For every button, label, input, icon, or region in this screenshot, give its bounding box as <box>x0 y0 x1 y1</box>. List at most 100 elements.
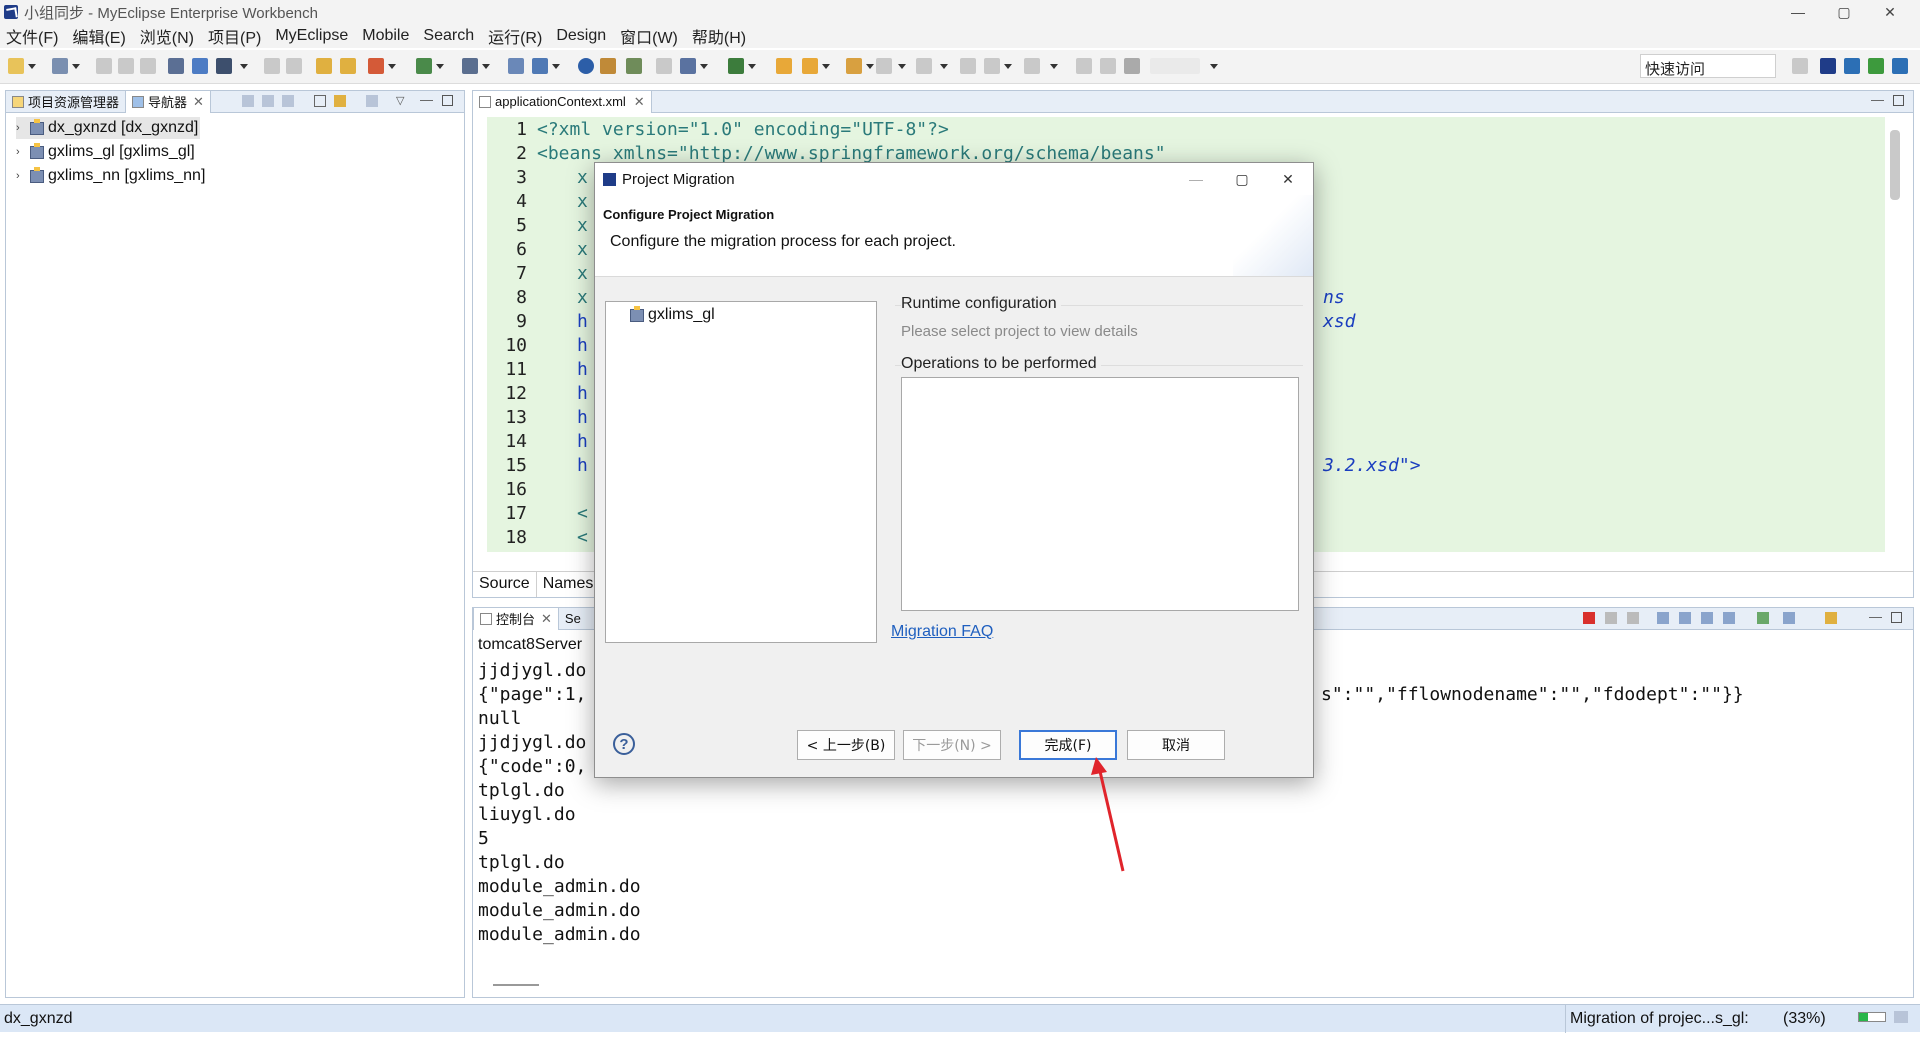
new-project-icon[interactable] <box>52 58 68 74</box>
menu-project[interactable]: 项目(P) <box>208 24 261 48</box>
cancel-button[interactable]: 取消 <box>1127 730 1225 760</box>
quick-access-input[interactable]: 快速访问 <box>1640 54 1776 78</box>
run-dropdown-icon[interactable] <box>436 64 444 69</box>
combo-dropdown-icon[interactable] <box>1210 64 1218 69</box>
team-sync-icon[interactable] <box>508 58 524 74</box>
new-project-dropdown-icon[interactable] <box>72 64 80 69</box>
filter-icon[interactable] <box>366 95 378 107</box>
debug-icon[interactable] <box>216 58 232 74</box>
perspective-icon[interactable] <box>1792 58 1808 74</box>
back-icon[interactable] <box>984 58 1000 74</box>
save-all-icon[interactable] <box>118 58 134 74</box>
project-list[interactable]: gxlims_gl <box>605 301 877 643</box>
link-editor-icon[interactable] <box>334 95 346 107</box>
scroll-lock-icon[interactable] <box>1679 612 1691 624</box>
up-nav-icon[interactable] <box>282 95 294 107</box>
editor-scrollbar[interactable] <box>1890 130 1900 200</box>
redo-icon[interactable] <box>286 58 302 74</box>
menu-design[interactable]: Design <box>556 27 606 45</box>
dialog-maximize-button[interactable]: ▢ <box>1219 163 1265 195</box>
launch-dropdown-icon[interactable] <box>748 64 756 69</box>
open-resource-icon[interactable] <box>340 58 356 74</box>
task-icon[interactable] <box>656 58 672 74</box>
myeclipse-perspective-icon[interactable] <box>1820 58 1836 74</box>
show-on-output-icon[interactable] <box>1723 612 1735 624</box>
word-wrap-icon[interactable] <box>1701 612 1713 624</box>
team-perspective-icon[interactable] <box>1892 58 1908 74</box>
minimize-editor-icon[interactable]: — <box>1871 92 1884 107</box>
next-button[interactable]: 下一步(N) > <box>903 730 1001 760</box>
annotation-icon[interactable] <box>876 58 892 74</box>
remove-all-icon[interactable] <box>1627 612 1639 624</box>
debug-perspective-icon[interactable] <box>1868 58 1884 74</box>
undo-icon[interactable] <box>264 58 280 74</box>
close-tab-icon[interactable]: ✕ <box>634 94 645 110</box>
forward-nav-icon[interactable] <box>262 95 274 107</box>
maximize-button[interactable]: ▢ <box>1821 0 1867 24</box>
annotation-dropdown-icon[interactable] <box>898 64 906 69</box>
status-task[interactable]: Migration of projec...s_gl: <box>1570 1010 1749 1028</box>
progress-bar[interactable] <box>1858 1012 1886 1022</box>
maximize-editor-icon[interactable] <box>1893 95 1904 106</box>
forward-icon[interactable] <box>1024 58 1040 74</box>
terminate-icon[interactable] <box>1583 612 1595 624</box>
expand-arrow-icon[interactable]: › <box>16 146 28 158</box>
search-icon[interactable] <box>626 58 642 74</box>
new-dropdown-icon[interactable] <box>28 64 36 69</box>
server-icon[interactable] <box>192 58 208 74</box>
back-button[interactable]: < 上一步(B) <box>797 730 895 760</box>
menu-myeclipse[interactable]: MyEclipse <box>275 27 348 45</box>
progress-view-icon[interactable] <box>1894 1011 1908 1023</box>
dialog-minimize-button[interactable]: — <box>1173 163 1219 195</box>
console-hscrollbar[interactable] <box>493 984 539 986</box>
tree-item-gxlims_gl[interactable]: › gxlims_gl [gxlims_gl] <box>16 141 195 163</box>
display-console-icon[interactable] <box>1783 612 1795 624</box>
webservice-icon[interactable] <box>368 58 384 74</box>
back-dropdown-icon[interactable] <box>1004 64 1012 69</box>
java-perspective-icon[interactable] <box>1844 58 1860 74</box>
prev-annotation-icon[interactable] <box>960 58 976 74</box>
minimize-view-icon[interactable]: — <box>420 92 433 107</box>
project-list-item[interactable]: gxlims_gl <box>628 305 715 324</box>
maximize-view-icon[interactable] <box>442 95 453 106</box>
dialog-close-button[interactable]: ✕ <box>1265 163 1311 195</box>
grid-icon[interactable] <box>1124 58 1140 74</box>
view-menu-icon[interactable]: ▽ <box>396 94 404 107</box>
menu-search[interactable]: Search <box>423 27 474 45</box>
menu-navigate[interactable]: 浏览(N) <box>140 24 194 48</box>
tab-namespaces[interactable]: Names <box>537 572 601 597</box>
open-folder-icon[interactable] <box>600 58 616 74</box>
save-icon[interactable] <box>96 58 112 74</box>
new-icon[interactable] <box>8 58 24 74</box>
back-nav-icon[interactable] <box>242 95 254 107</box>
deploy-icon[interactable] <box>168 58 184 74</box>
migration-faq-link[interactable]: Migration FAQ <box>891 623 993 641</box>
tab-servers[interactable]: Se <box>559 608 587 630</box>
wrench-dropdown-icon[interactable] <box>822 64 830 69</box>
external-tools-icon[interactable] <box>462 58 478 74</box>
tab-source[interactable]: Source <box>473 572 537 597</box>
pen-icon[interactable] <box>1100 58 1116 74</box>
expand-arrow-icon[interactable]: › <box>16 170 28 182</box>
minimize-console-icon[interactable]: — <box>1869 609 1882 624</box>
next-annotation-icon[interactable] <box>916 58 932 74</box>
debug-dropdown-icon[interactable] <box>240 64 248 69</box>
open-type-icon[interactable] <box>316 58 332 74</box>
close-tab-icon[interactable]: ✕ <box>193 94 204 110</box>
launch-icon[interactable] <box>728 58 744 74</box>
print-icon[interactable] <box>140 58 156 74</box>
perspective-dropdown-icon[interactable] <box>700 64 708 69</box>
clear-console-icon[interactable] <box>1657 612 1669 624</box>
commit-dropdown-icon[interactable] <box>552 64 560 69</box>
browser-icon[interactable] <box>578 58 594 74</box>
menu-window[interactable]: 窗口(W) <box>620 24 678 48</box>
minimize-button[interactable]: — <box>1775 0 1821 24</box>
tab-navigator[interactable]: 导航器 ✕ <box>125 90 211 113</box>
next-annotation-dropdown-icon[interactable] <box>940 64 948 69</box>
tab-console[interactable]: 控制台 ✕ <box>473 607 559 630</box>
expand-arrow-icon[interactable]: › <box>16 122 28 134</box>
maximize-console-icon[interactable] <box>1891 612 1902 623</box>
collapse-all-icon[interactable] <box>314 95 326 107</box>
run-icon[interactable] <box>416 58 432 74</box>
remove-launch-icon[interactable] <box>1605 612 1617 624</box>
